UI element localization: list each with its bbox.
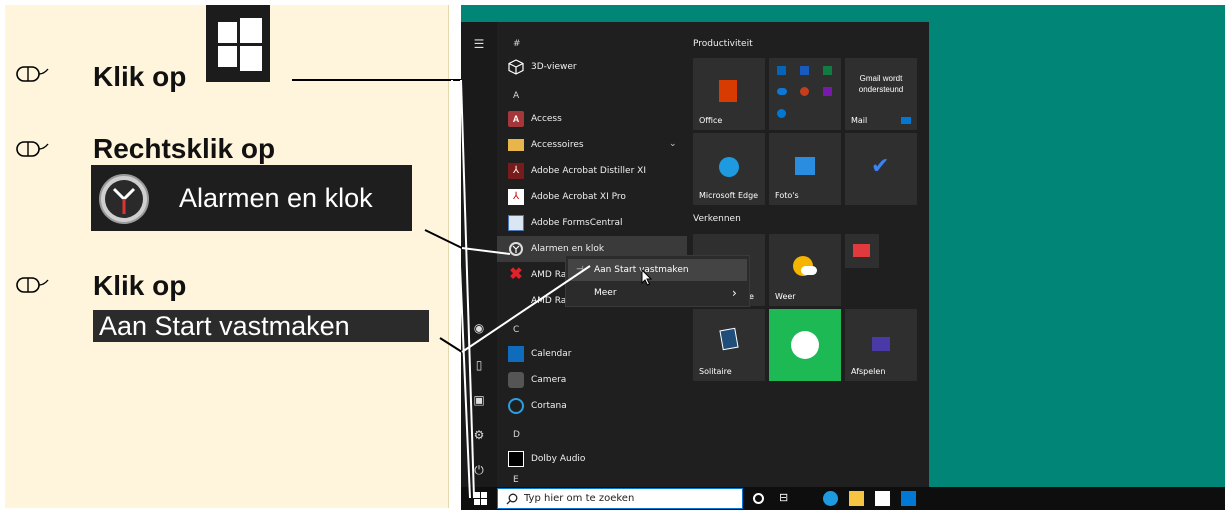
cortana-circle-icon[interactable] [753,493,764,504]
office-icon [719,80,737,102]
chevron-down-icon[interactable]: ⌄ [669,132,677,154]
app-acrobat-distiller[interactable]: ⅄ Adobe Acrobat Distiller XI [497,158,687,184]
search-icon [506,493,518,505]
alarm-app-label: Alarmen en klok [179,183,373,213]
amd-icon: ✖ [509,266,523,283]
user-avatar-icon[interactable]: ◉ [471,320,487,336]
tile-solitaire[interactable]: Solitaire [693,309,765,381]
access-icon: A [508,111,524,127]
start-rail: ☰ ◉ ▯ ▣ ⚙ ⏻ [461,22,497,487]
mouse-icon [16,277,49,293]
document-icon[interactable]: ▯ [471,357,487,373]
pictures-icon[interactable]: ▣ [471,392,487,408]
dolby-access-icon [872,337,890,351]
acrobat-icon: ⅄ [508,189,524,205]
tile-play[interactable]: Afspelen [845,309,917,381]
step-3-text: Klik op [93,270,187,301]
spotify-icon [791,331,819,359]
letter-header[interactable]: A [513,91,519,101]
windows-start-icon[interactable] [473,491,488,506]
group-title-explore[interactable]: Verkennen [693,214,741,224]
mouse-cursor-icon [641,269,653,286]
pin-to-start-label: Aan Start vastmaken [99,311,350,341]
tile-todo[interactable]: ✔ [845,133,917,205]
clock-icon [99,174,149,224]
tile-edge[interactable]: Microsoft Edge [693,133,765,205]
excel-icon [823,66,832,75]
tile-office-apps[interactable] [769,58,841,130]
letter-header[interactable]: E [513,475,519,485]
app-dolby-audio[interactable]: Dolby Audio [497,446,687,472]
group-title-productivity[interactable]: Productiviteit [693,39,753,49]
context-menu: ⊣ Aan Start vastmaken Meer › [565,255,750,307]
task-view-icon[interactable]: ⊟ [779,491,794,506]
step-2-text: Rechtsklik op [93,133,276,164]
cortana-icon [508,398,524,414]
camera-icon [508,372,524,388]
word-icon [800,66,809,75]
app-access[interactable]: A Access [497,106,687,132]
store-icon[interactable] [875,491,890,506]
tile-photos[interactable]: Foto's [769,133,841,205]
photos-icon [795,157,815,175]
alarm-clock-app-image: Alarmen en klok [91,165,412,231]
calendar-icon [508,346,524,362]
news-icon [853,244,870,257]
onenote-icon [823,87,832,96]
tile-mail[interactable]: Gmail wordt ondersteund Mail [845,58,917,130]
mail-icon[interactable] [901,491,916,506]
dolby-icon [508,451,524,467]
mouse-icon [16,141,49,157]
tile-spotify[interactable] [769,309,841,381]
edge-icon[interactable] [823,491,838,506]
app-camera[interactable]: Camera [497,367,687,393]
letter-header[interactable]: C [513,325,519,335]
taskbar-search[interactable]: Typ hier om te zoeken [497,488,743,509]
app-acrobat-pro[interactable]: ⅄ Adobe Acrobat XI Pro [497,184,687,210]
outlook-icon [777,66,786,75]
cards-icon [719,327,739,351]
letter-header[interactable]: # [513,39,521,49]
acrobat-icon: ⅄ [508,163,524,179]
app-cortana[interactable]: Cortana [497,393,687,419]
app-accessoires[interactable]: Accessoires ⌄ [497,132,687,158]
onedrive-icon [777,88,787,95]
file-explorer-icon[interactable] [849,491,864,506]
hamburger-menu-icon[interactable]: ☰ [471,36,487,52]
pin-to-start-image: Aan Start vastmaken [93,310,429,342]
tile-weather[interactable]: Weer [769,234,841,306]
app-3d-viewer[interactable]: 3D-viewer [497,54,687,80]
checkmark-icon: ✔ [871,153,890,178]
app-forms-central[interactable]: Adobe FormsCentral [497,210,687,236]
cube-icon [508,59,524,75]
skype-icon [777,109,786,118]
chevron-right-icon: › [732,286,737,300]
forms-icon [508,215,524,231]
app-calendar[interactable]: Calendar [497,341,687,367]
settings-gear-icon[interactable]: ⚙ [471,427,487,443]
mouse-icon [16,66,49,82]
tile-office[interactable]: Office [693,58,765,130]
menu-item-pin-to-start[interactable]: ⊣ Aan Start vastmaken [568,259,747,281]
edge-icon [719,157,739,177]
menu-item-more[interactable]: Meer › [568,282,747,304]
weather-cloud-icon [801,266,817,275]
clock-icon [509,242,523,256]
pin-icon: ⊣ [576,265,584,275]
letter-header[interactable]: D [513,430,520,440]
power-icon[interactable]: ⏻ [471,462,487,478]
tile-news[interactable] [845,234,879,268]
step-1-text: Klik op [93,61,187,92]
windows-logo-icon [206,5,270,82]
powerpoint-icon [800,87,809,96]
taskbar: Typ hier om te zoeken ⊟ [461,487,1225,510]
mail-icon [901,117,911,124]
folder-icon [508,139,524,151]
